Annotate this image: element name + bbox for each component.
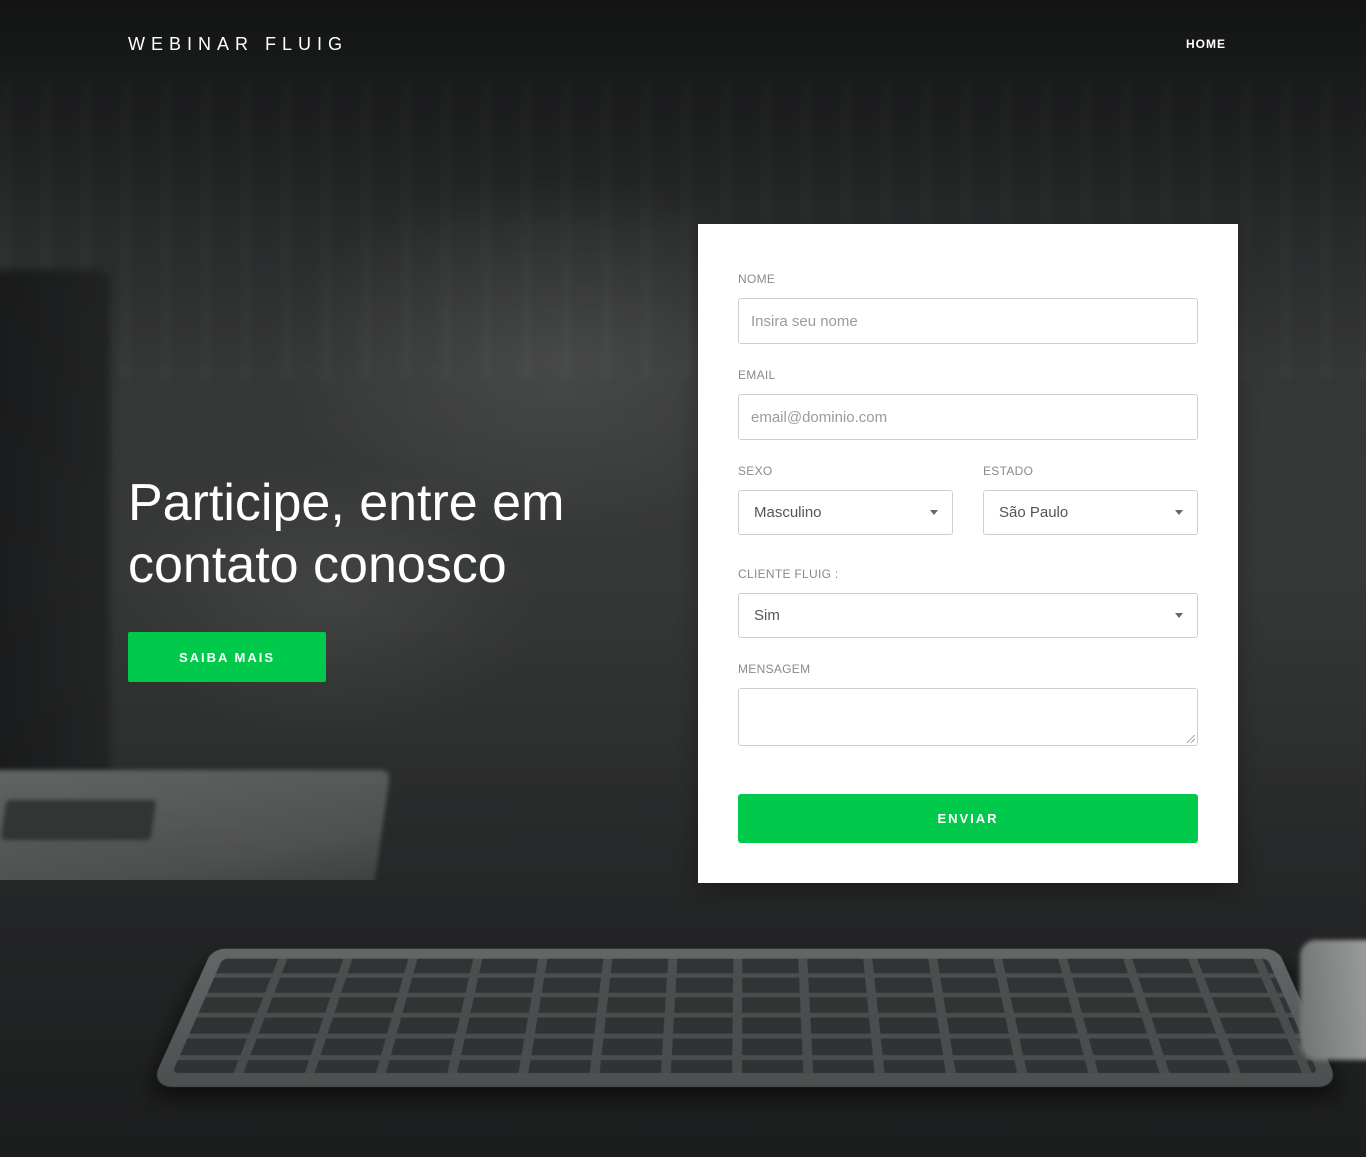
estado-selected-value: São Paulo <box>999 504 1069 521</box>
sexo-selected-value: Masculino <box>754 504 822 521</box>
brand-logo-text[interactable]: WEBINAR FLUIG <box>128 34 348 55</box>
chevron-down-icon <box>1175 613 1183 618</box>
chevron-down-icon <box>1175 510 1183 515</box>
enviar-button[interactable]: ENVIAR <box>738 794 1198 843</box>
sexo-select[interactable]: Masculino <box>738 490 953 535</box>
sexo-label: SEXO <box>738 464 773 478</box>
hero-title: Participe, entre em contato conosco <box>128 472 688 596</box>
chevron-down-icon <box>930 510 938 515</box>
estado-select[interactable]: São Paulo <box>983 490 1198 535</box>
nav-link-home[interactable]: HOME <box>1186 37 1226 51</box>
resize-handle-icon[interactable] <box>1187 735 1195 743</box>
hero-title-line-2: contato conosco <box>128 536 507 594</box>
cliente-fluig-label: CLIENTE FLUIG : <box>738 567 839 581</box>
email-input[interactable] <box>738 394 1198 440</box>
cliente-fluig-selected-value: Sim <box>754 607 780 624</box>
estado-label: ESTADO <box>983 464 1034 478</box>
hero-title-line-1: Participe, entre em <box>128 474 565 532</box>
cliente-fluig-select[interactable]: Sim <box>738 593 1198 638</box>
contact-form-card: NOME EMAIL SEXO Masculino ESTADO São Pau… <box>698 224 1238 883</box>
name-input[interactable] <box>738 298 1198 344</box>
mensagem-label: MENSAGEM <box>738 662 811 676</box>
name-label: NOME <box>738 272 776 286</box>
mensagem-textarea[interactable] <box>738 688 1198 746</box>
email-label: EMAIL <box>738 368 776 382</box>
saiba-mais-button[interactable]: SAIBA MAIS <box>128 632 326 682</box>
